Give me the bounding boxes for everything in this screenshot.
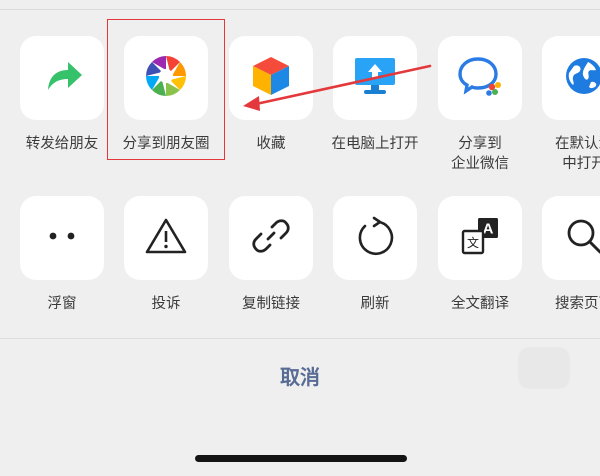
refresh-tile[interactable] — [333, 196, 417, 280]
refresh-label: 刷新 — [360, 296, 390, 312]
open-on-computer-button[interactable]: 在电脑上打开 — [323, 36, 427, 154]
open-in-browser-button[interactable]: 在默认浏 中打开 — [532, 36, 600, 174]
favorites-label: 收藏 — [256, 136, 286, 152]
search-page-button[interactable]: 搜索页面 — [532, 196, 600, 314]
share-forward-icon — [40, 56, 84, 100]
browser-globe-icon — [562, 54, 600, 102]
refresh-button[interactable]: 刷新 — [323, 196, 427, 314]
wecom-icon — [457, 54, 503, 102]
search-icon — [562, 214, 600, 262]
search-page-tile[interactable] — [542, 196, 600, 280]
copy-link-button[interactable]: 复制链接 — [219, 196, 323, 314]
share-forward-tile[interactable] — [20, 36, 104, 120]
highlight-annotation-box — [107, 19, 225, 160]
float-window-button[interactable]: 浮窗 — [10, 196, 114, 314]
top-divider — [0, 9, 600, 10]
copy-link-tile[interactable] — [229, 196, 313, 280]
svg-text:A: A — [483, 221, 494, 238]
open-on-computer-icon — [352, 54, 398, 102]
translate-button[interactable]: A 文 全文翻译 — [428, 196, 532, 314]
svg-text:文: 文 — [467, 235, 479, 250]
open-in-browser-tile[interactable] — [542, 36, 600, 120]
complaint-label: 投诉 — [151, 296, 181, 312]
float-window-label: 浮窗 — [47, 296, 77, 312]
wecom-tile[interactable] — [438, 36, 522, 120]
section-divider — [0, 338, 600, 339]
warning-icon — [144, 216, 188, 260]
translate-tile[interactable]: A 文 — [438, 196, 522, 280]
share-forward-label: 转发给朋友 — [25, 136, 99, 152]
share-sheet: 转发给朋友 分享到朋友圈 收藏 在电脑上打开 分享到 企业微信 在默认 中打开 … — [0, 0, 600, 476]
favorites-button[interactable]: 收藏 — [219, 36, 323, 154]
home-indicator — [195, 455, 407, 462]
wecom-button[interactable]: 分享到 企业微信 — [428, 36, 532, 174]
share-forward-button[interactable]: 转发给朋友 — [10, 36, 114, 154]
complaint-tile[interactable] — [124, 196, 208, 280]
complaint-button[interactable]: 投诉 — [114, 196, 218, 314]
open-on-computer-tile[interactable] — [333, 36, 417, 120]
float-window-icon — [42, 226, 82, 250]
translate-label: 全文翻译 — [451, 296, 509, 312]
float-window-tile[interactable] — [20, 196, 104, 280]
cancel-button[interactable]: 取消 — [0, 361, 600, 390]
open-in-browser-label: 在默认浏 中打开 — [555, 136, 600, 172]
copy-link-label: 复制链接 — [242, 296, 300, 312]
link-icon — [249, 214, 293, 262]
refresh-icon — [353, 214, 397, 262]
search-page-label: 搜索页面 — [555, 296, 600, 312]
wecom-label: 分享到 企业微信 — [451, 136, 509, 172]
open-on-computer-label: 在电脑上打开 — [331, 136, 419, 152]
favorites-icon — [249, 54, 293, 102]
favorites-tile[interactable] — [229, 36, 313, 120]
translate-icon: A 文 — [458, 214, 502, 262]
